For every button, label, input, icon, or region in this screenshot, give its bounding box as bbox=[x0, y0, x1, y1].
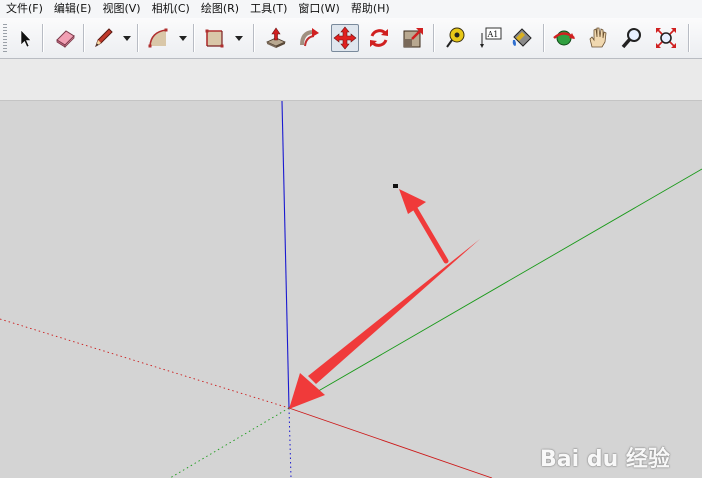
menu-view[interactable]: 视图(V) bbox=[96, 0, 145, 18]
text-label-icon: A1 bbox=[480, 27, 502, 48]
menu-bar: 文件(F) 编辑(E) 视图(V) 相机(C) 绘图(R) 工具(T) 窗口(W… bbox=[0, 0, 702, 18]
viewport-canvas[interactable] bbox=[0, 101, 702, 478]
menu-tools[interactable]: 工具(T) bbox=[244, 0, 292, 18]
eraser-tool-button[interactable] bbox=[51, 24, 79, 52]
annotation-arrow-to-point bbox=[399, 189, 449, 264]
text-tool-label: A1 bbox=[487, 30, 499, 39]
chevron-down-icon bbox=[123, 36, 131, 41]
pencil-dropdown[interactable] bbox=[121, 31, 133, 45]
green-axis bbox=[288, 168, 702, 409]
red-axis bbox=[288, 407, 493, 478]
push-pull-tool-button[interactable] bbox=[262, 24, 290, 52]
hand-icon bbox=[589, 27, 607, 48]
menu-help[interactable]: 帮助(H) bbox=[345, 0, 395, 18]
menu-edit[interactable]: 编辑(E) bbox=[48, 0, 97, 18]
rotate-icon bbox=[370, 29, 388, 47]
blue-axis-hidden bbox=[288, 407, 292, 478]
arrow-cursor-icon bbox=[20, 29, 32, 48]
select-tool-button[interactable] bbox=[11, 24, 39, 52]
chevron-down-icon bbox=[179, 36, 187, 41]
small-point-marker bbox=[393, 184, 398, 188]
menu-file[interactable]: 文件(F) bbox=[0, 0, 48, 18]
main-toolbar: A1 bbox=[0, 18, 702, 59]
blue-axis bbox=[281, 101, 290, 409]
annotation-arrow-to-origin bbox=[289, 239, 480, 409]
scale-icon bbox=[403, 28, 423, 48]
follow-me-icon bbox=[300, 28, 319, 47]
toolbar-separator bbox=[543, 24, 545, 52]
move-icon bbox=[333, 26, 357, 50]
pencil-icon bbox=[95, 28, 113, 48]
magnifier-icon bbox=[621, 28, 641, 49]
paint-bucket-icon bbox=[512, 28, 532, 47]
text-tool-button[interactable]: A1 bbox=[476, 24, 504, 52]
toolbar-grip[interactable] bbox=[3, 24, 7, 52]
paint-bucket-tool-button[interactable] bbox=[508, 24, 536, 52]
rectangle-tool-button[interactable] bbox=[200, 24, 228, 52]
rectangle-icon bbox=[205, 29, 224, 48]
pencil-tool-button[interactable] bbox=[89, 24, 117, 52]
toolbar-separator bbox=[83, 24, 85, 52]
orbit-tool-button[interactable] bbox=[550, 24, 578, 52]
toolbar-separator bbox=[137, 24, 139, 52]
baidu-watermark: Bai du 经验 bbox=[540, 440, 700, 474]
menu-camera[interactable]: 相机(C) bbox=[146, 0, 195, 18]
move-tool-button[interactable] bbox=[331, 24, 359, 52]
arc-icon bbox=[148, 28, 168, 48]
chevron-down-icon bbox=[235, 36, 243, 41]
orbit-icon bbox=[553, 30, 575, 46]
rectangle-dropdown[interactable] bbox=[233, 31, 245, 45]
toolbar-separator bbox=[433, 24, 435, 52]
tape-measure-icon bbox=[446, 27, 465, 48]
push-pull-icon bbox=[266, 27, 286, 48]
zoom-extents-icon bbox=[656, 28, 676, 48]
toolbar-separator bbox=[42, 24, 44, 52]
menu-draw[interactable]: 绘图(R) bbox=[195, 0, 244, 18]
red-axis-hidden bbox=[0, 318, 290, 409]
toolbar-separator bbox=[688, 24, 690, 52]
eraser-icon bbox=[56, 30, 75, 48]
toolbar-separator bbox=[193, 24, 195, 52]
zoom-tool-button[interactable] bbox=[618, 24, 646, 52]
secondary-toolbar-strip bbox=[0, 59, 702, 101]
toolbar-separator bbox=[253, 24, 255, 52]
tape-measure-tool-button[interactable] bbox=[441, 24, 469, 52]
pan-tool-button[interactable] bbox=[584, 24, 612, 52]
follow-me-tool-button[interactable] bbox=[296, 24, 324, 52]
rotate-tool-button[interactable] bbox=[365, 24, 393, 52]
scale-tool-button[interactable] bbox=[399, 24, 427, 52]
green-axis-hidden bbox=[169, 407, 290, 478]
zoom-extents-tool-button[interactable] bbox=[652, 24, 680, 52]
arc-dropdown[interactable] bbox=[177, 31, 189, 45]
drawing-viewport[interactable] bbox=[0, 101, 702, 478]
arc-tool-button[interactable] bbox=[144, 24, 172, 52]
menu-window[interactable]: 窗口(W) bbox=[292, 0, 344, 18]
watermark-text: Bai du 经验 bbox=[540, 447, 670, 472]
